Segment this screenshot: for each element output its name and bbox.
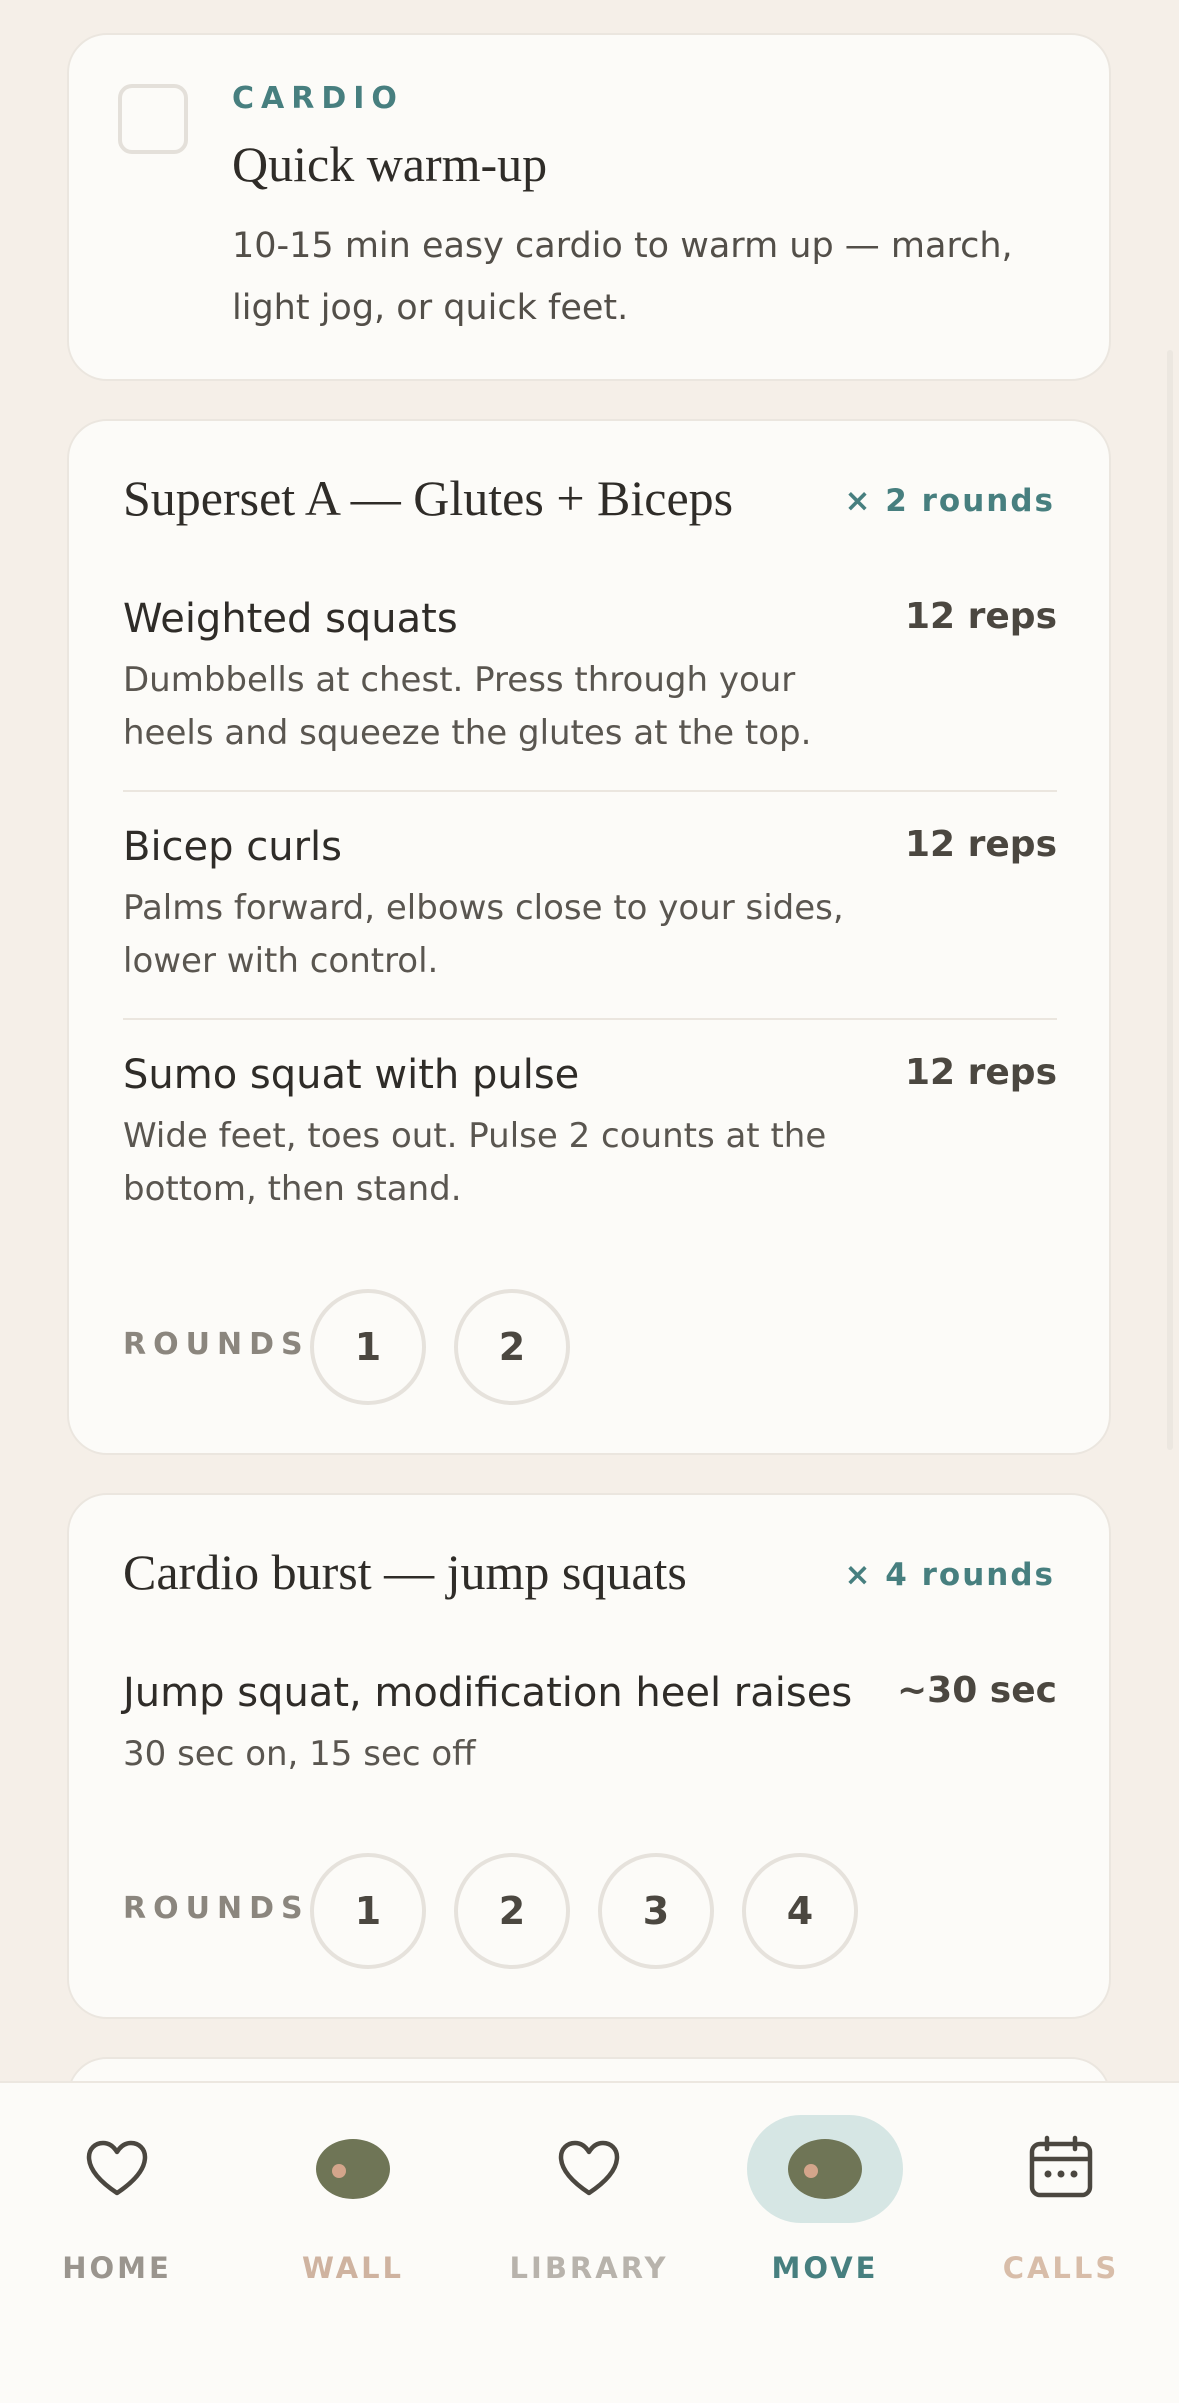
nav-library[interactable]: LIBRARY (489, 2083, 689, 2285)
superset-card: Superset A — Glutes + Biceps × 2 rounds … (67, 419, 1111, 1455)
round-button-1[interactable]: 1 (310, 1289, 426, 1405)
exercise-description: 30 sec on, 15 sec off (123, 1734, 476, 1774)
round-button-1[interactable]: 1 (310, 1853, 426, 1969)
exercise-reps: 12 reps (905, 596, 1057, 637)
exercise-description: Dumbbells at chest. Press through your h… (123, 660, 812, 753)
nav-label-wall: WALL (301, 2251, 405, 2285)
rounds-label: ROUNDS (123, 1891, 310, 1926)
warmup-card: CARDIO Quick warm-up 10-15 min easy card… (67, 33, 1111, 381)
blob-icon (788, 2139, 862, 2199)
cardio-burst-rounds-count: × 4 rounds (844, 1557, 1055, 1593)
exercise-reps: 12 reps (905, 824, 1057, 865)
divider (123, 790, 1057, 792)
exercise-reps: 12 reps (905, 1052, 1057, 1093)
exercise-item: Jump squat, modification heel raises 30 … (123, 1670, 1057, 1781)
nav-home[interactable]: HOME (17, 2083, 217, 2285)
divider (123, 1018, 1057, 1020)
warmup-category: CARDIO (232, 81, 404, 116)
warmup-checkbox[interactable] (118, 84, 188, 154)
nav-label-calls: CALLS (1002, 2251, 1120, 2285)
cardio-burst-title: Cardio burst — jump squats (123, 1544, 687, 1600)
warmup-title: Quick warm-up (232, 136, 548, 192)
exercise-item: Bicep curls Palms forward, elbows close … (123, 824, 1057, 988)
bottom-nav: HOME WALL LIBRARY MOVE CALLS (0, 2081, 1179, 2403)
exercise-description: Wide feet, toes out. Pulse 2 counts at t… (123, 1116, 827, 1209)
heart-icon (558, 2140, 620, 2196)
round-button-3[interactable]: 3 (598, 1853, 714, 1969)
exercise-item: Sumo squat with pulse Wide feet, toes ou… (123, 1052, 1057, 1216)
nav-move[interactable]: MOVE (725, 2083, 925, 2285)
exercise-item: Weighted squats Dumbbells at chest. Pres… (123, 596, 1057, 760)
calendar-icon (1029, 2135, 1093, 2198)
superset-title: Superset A — Glutes + Biceps (123, 470, 734, 526)
exercise-reps: ~30 sec (897, 1670, 1057, 1711)
exercise-description: Palms forward, elbows close to your side… (123, 888, 844, 981)
nav-label-home: HOME (62, 2251, 172, 2285)
rounds-label: ROUNDS (123, 1327, 310, 1362)
blob-icon (316, 2139, 390, 2199)
nav-label-move: MOVE (771, 2251, 879, 2285)
cardio-burst-card: Cardio burst — jump squats × 4 rounds Ju… (67, 1493, 1111, 2019)
heart-icon (86, 2140, 148, 2196)
nav-wall[interactable]: WALL (253, 2083, 453, 2285)
warmup-description: 10-15 min easy cardio to warm up — march… (232, 226, 1013, 328)
round-button-2[interactable]: 2 (454, 1289, 570, 1405)
nav-label-library: LIBRARY (509, 2251, 669, 2285)
nav-calls[interactable]: CALLS (961, 2083, 1161, 2285)
scrollbar[interactable] (1167, 350, 1173, 1450)
round-button-2[interactable]: 2 (454, 1853, 570, 1969)
round-button-4[interactable]: 4 (742, 1853, 858, 1969)
superset-rounds-count: × 2 rounds (844, 483, 1055, 519)
